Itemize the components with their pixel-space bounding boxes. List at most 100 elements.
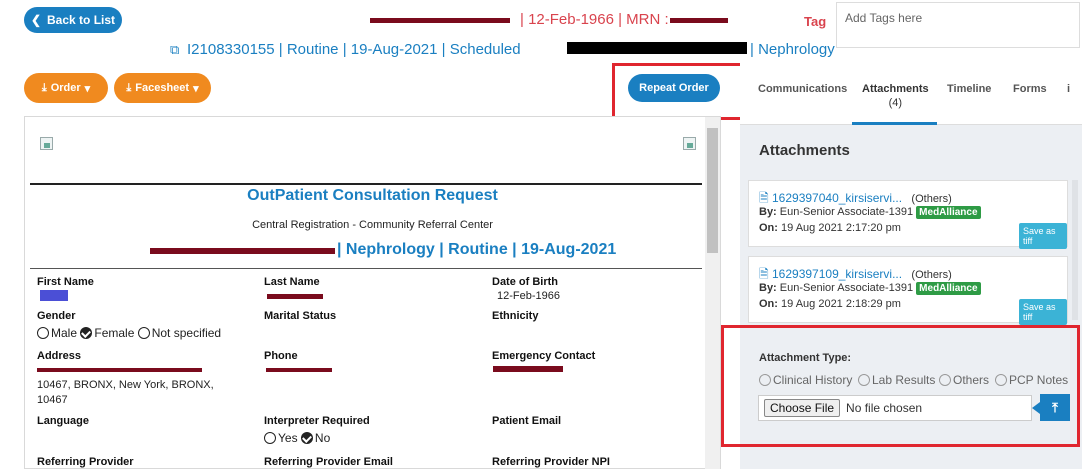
redacted-emergency-contact [493,366,563,372]
option-clinical-history[interactable]: Clinical History [759,373,852,387]
attachment-category: (Others) [911,269,952,281]
by-label: By: [759,206,777,218]
copy-icon[interactable]: ⧉ [170,42,179,58]
language-label: Language [37,415,89,427]
broken-image-icon [40,137,53,150]
broken-image-icon [683,137,696,150]
address-line3: 10467 [37,394,68,406]
radio-icon[interactable] [137,327,150,339]
facesheet-label: Facesheet [135,82,190,94]
pdf-icon: 🗎 [759,191,769,205]
file-input[interactable]: Choose File No file chosen [758,395,1032,421]
radio-icon[interactable] [264,432,276,444]
redacted-first-name [40,290,68,301]
tag-label: Tag [804,14,827,29]
first-name-label: First Name [37,276,94,288]
highlight-box-repeat-order [612,63,748,120]
radio-checked-icon[interactable] [300,432,313,444]
option-others[interactable]: Others [939,373,989,387]
attachment-by-row: By: Eun-Senior Associate-1391 MedAllianc… [759,206,981,219]
download-icon: ⤓ [41,81,47,94]
attachments-scrollbar[interactable] [1072,180,1078,320]
attachment-author: Eun-Senior Associate-1391 [779,206,914,218]
upload-icon[interactable]: ⤒ [1040,394,1070,421]
patient-email-label: Patient Email [492,415,562,427]
org-badge: MedAlliance [916,206,981,219]
department-name: | Nephrology [750,41,835,58]
attachment-file-link[interactable]: 1629397109_kirsiservi... [772,267,902,281]
redacted-patient-name [370,18,510,23]
back-to-list-label: Back to List [47,13,116,27]
attachment-author: Eun-Senior Associate-1391 [779,282,914,294]
referring-provider-npi-label: Referring Provider NPI [492,456,610,468]
ethnicity-label: Ethnicity [492,310,539,322]
order-summary-line: I2108330155 | Routine | 19-Aug-2021 | Sc… [187,41,521,58]
redacted-provider [567,42,747,54]
address-line2: 10467, BRONX, New York, BRONX, [37,379,214,391]
caret-down-icon: ▾ [84,82,91,95]
radio-checked-icon[interactable] [80,327,93,339]
gender-label: Gender [37,310,76,322]
option-label: Lab Results [872,373,936,387]
document-service-line: | Nephrology | Routine | 19-Aug-2021 [337,241,617,258]
back-to-list-button[interactable]: ❮ Back to List [24,7,122,33]
dob-label: Date of Birth [492,276,558,288]
tab-attachments[interactable]: Attachments (4) [862,83,929,109]
order-label: Order [50,82,81,94]
org-badge: MedAlliance [916,282,981,295]
attachment-by-row: By: Eun-Senior Associate-1391 MedAllianc… [759,282,981,295]
attachment-on-row: On: 19 Aug 2021 2:18:29 pm [759,298,901,310]
address-label: Address [37,350,82,362]
redacted-patient-name [150,248,335,254]
facesheet-dropdown-button[interactable]: ⤓ Facesheet ▾ [114,73,211,103]
attachments-section-title: Attachments [759,142,850,159]
radio-icon[interactable] [37,327,49,339]
option-lab-results[interactable]: Lab Results [858,373,935,387]
divider [30,268,702,269]
choose-file-button[interactable]: Choose File [764,399,841,417]
attachment-card[interactable]: 🗎 1629397109_kirsiservi... (Others) By: … [748,256,1068,325]
caret-down-icon: ▾ [193,82,199,95]
option-label: Clinical History [773,373,853,387]
attachment-file-link[interactable]: 1629397040_kirsiservi... [772,191,902,205]
interpreter-no-label: No [314,431,331,445]
attachment-timestamp: 19 Aug 2021 2:17:20 pm [781,222,901,234]
document-subtitle: Central Registration - Community Referra… [252,219,493,231]
option-pcp-notes[interactable]: PCP Notes [995,373,1068,387]
gender-female-label: Female [94,326,135,340]
tab-timeline[interactable]: Timeline [947,83,991,95]
attachment-card[interactable]: 🗎 1629397040_kirsiservi... (Others) By: … [748,180,1068,249]
chevron-left-icon: ❮ [30,13,42,27]
option-label: Others [953,373,990,387]
tab-attachments-count: (4) [888,97,903,109]
radio-icon [858,374,870,386]
gender-radio-group[interactable]: Male Female Not specified [37,326,221,340]
referring-provider-label: Referring Provider [37,456,134,468]
phone-label: Phone [264,350,298,362]
interpreter-required-label: Interpreter Required [264,415,370,427]
radio-icon [759,374,771,386]
by-label: By: [759,282,777,294]
dob-value: 12-Feb-1966 [497,290,560,302]
radio-icon [995,374,1007,386]
emergency-contact-label: Emergency Contact [492,350,596,362]
tab-info[interactable]: i [1067,83,1070,95]
document-preview-panel[interactable] [24,116,721,469]
download-icon: ⤓ [126,81,132,94]
save-as-tiff-button[interactable]: Save as tiff [1019,223,1067,249]
interpreter-yes-label: Yes [278,431,298,445]
active-tab-indicator [852,122,937,125]
save-as-tiff-button[interactable]: Save as tiff [1019,299,1067,325]
tab-communications[interactable]: Communications [758,83,847,95]
patient-dob-mrn: | 12-Feb-1966 | MRN : [520,11,669,28]
interpreter-radio-group[interactable]: Yes No [264,431,330,445]
no-file-text: No file chosen [846,401,923,415]
attachment-timestamp: 19 Aug 2021 2:18:29 pm [781,298,901,310]
attachment-on-row: On: 19 Aug 2021 2:17:20 pm [759,222,901,234]
upload-tooltip-arrow [1032,402,1040,414]
order-dropdown-button[interactable]: ⤓ Order ▾ [24,73,108,103]
document-title: OutPatient Consultation Request [247,187,498,204]
tag-input[interactable]: Add Tags here [836,2,1080,48]
tab-forms[interactable]: Forms [1013,83,1047,95]
attachment-type-label: Attachment Type: [759,352,852,364]
